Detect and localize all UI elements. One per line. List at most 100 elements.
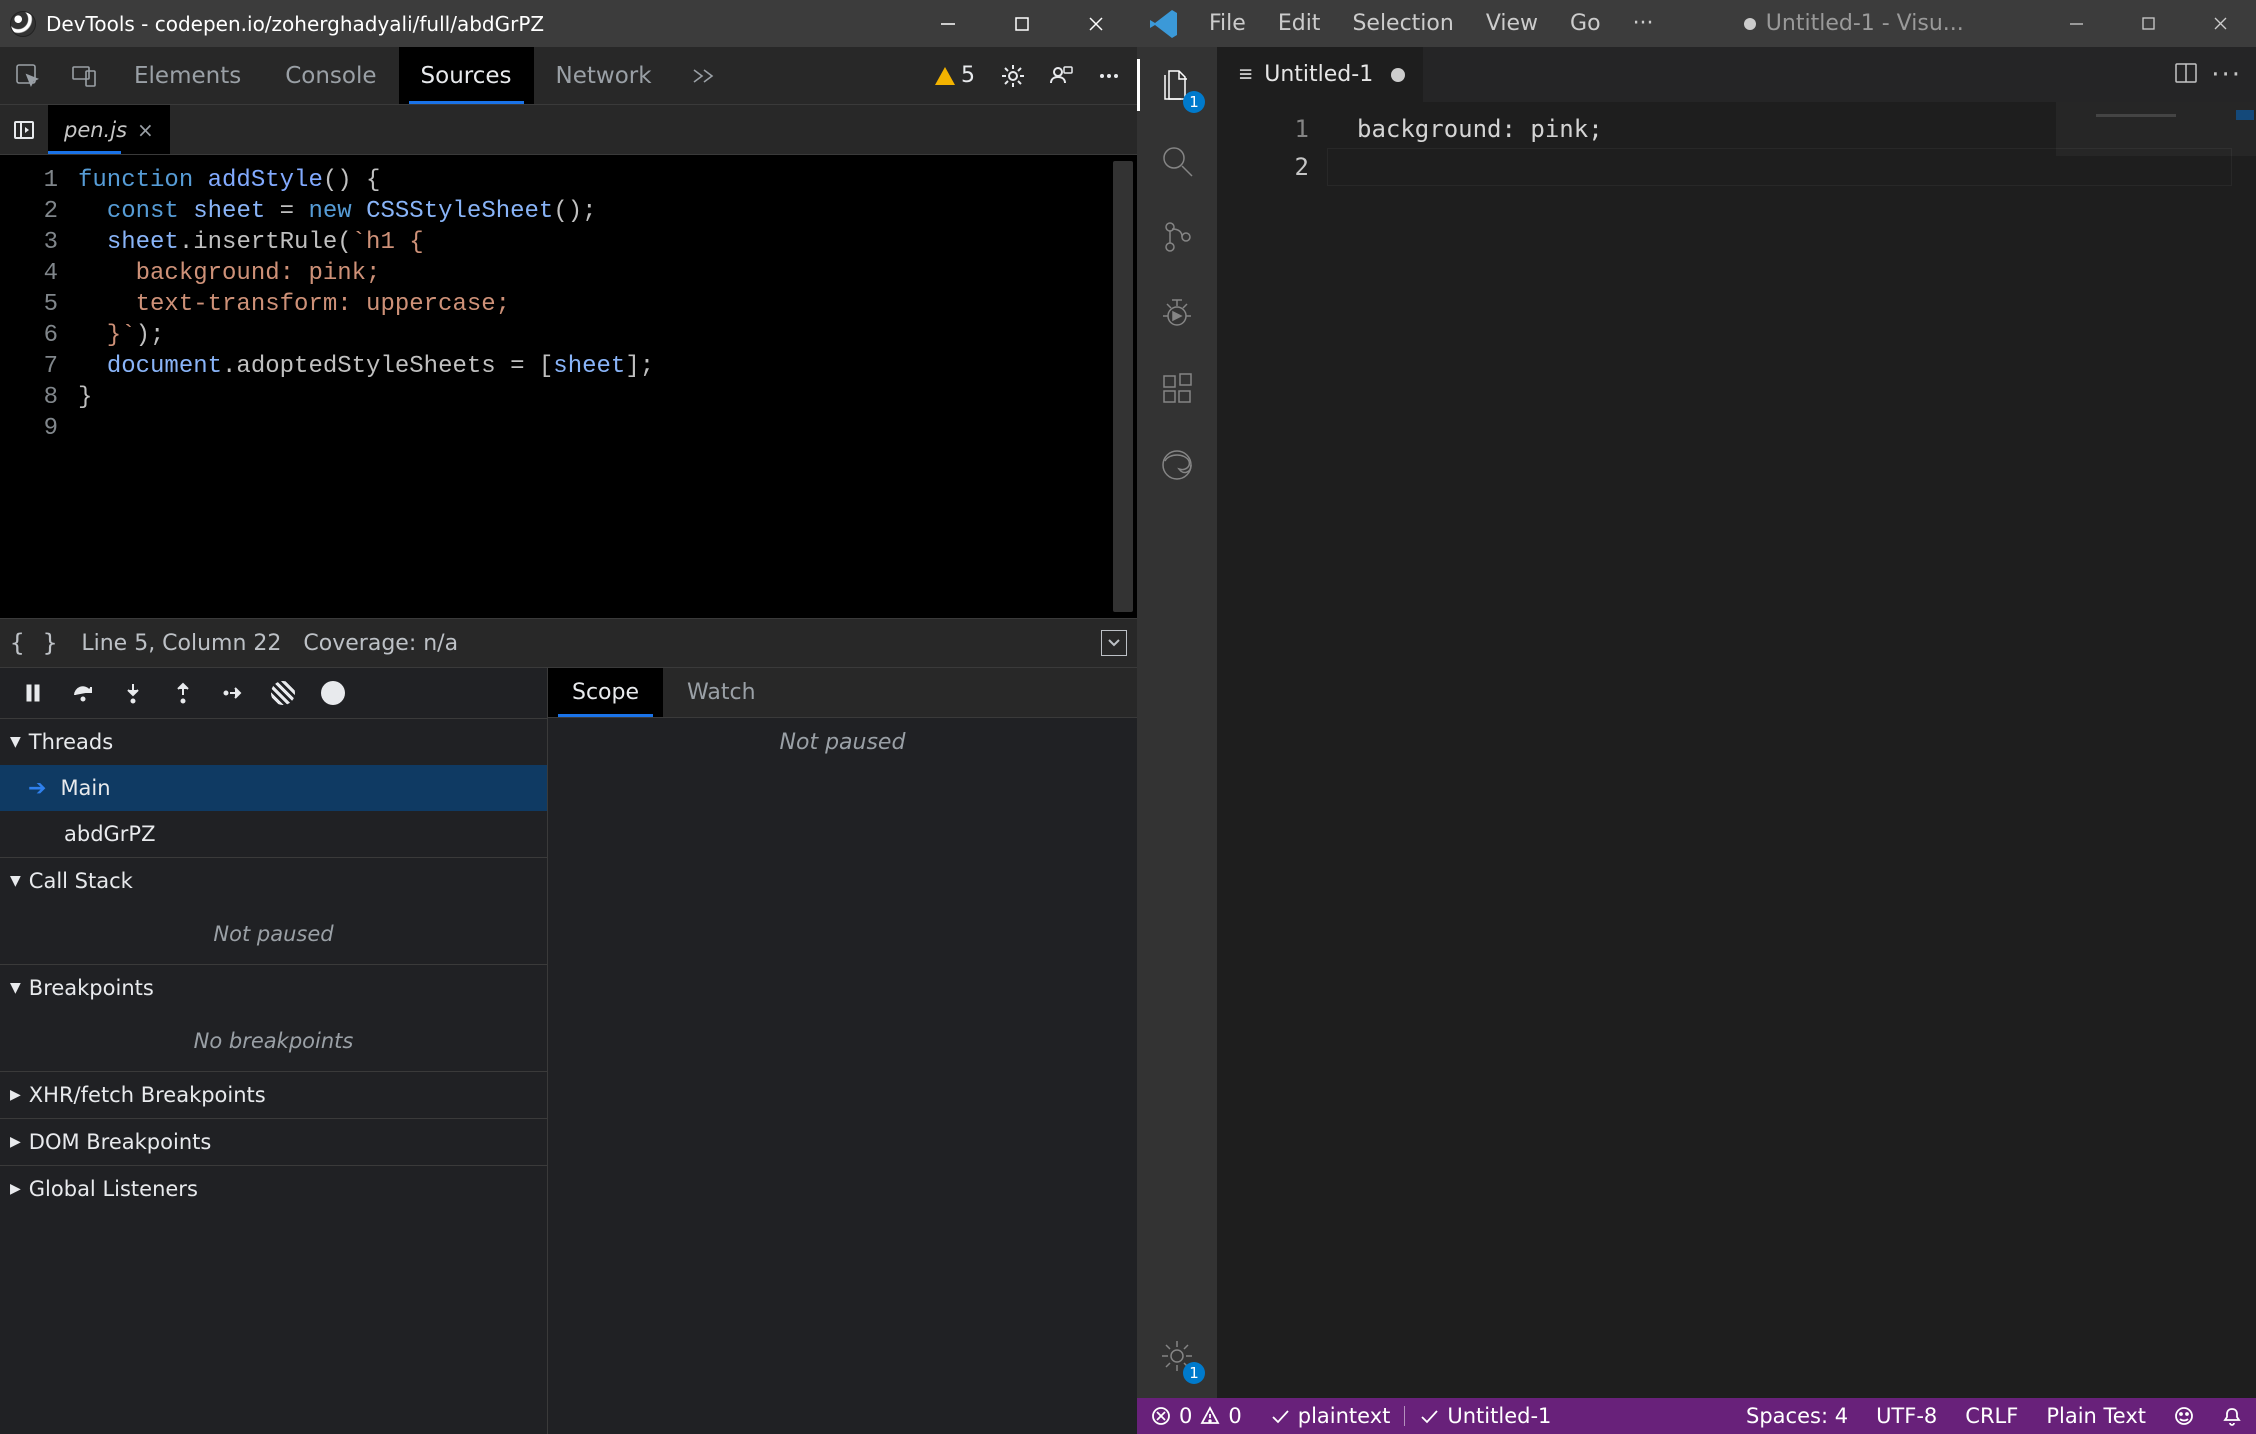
vscode-menubar: File Edit Selection View Go ···	[1195, 5, 1668, 42]
show-console-icon[interactable]	[1101, 630, 1127, 656]
close-button[interactable]	[1059, 0, 1133, 47]
vscode-editor[interactable]: 1 2 background: pink;	[1217, 102, 2256, 1398]
settings-icon[interactable]	[989, 63, 1037, 89]
vscode-editor-tabs: ≡ Untitled-1 ···	[1217, 47, 2256, 102]
close-tab-icon[interactable]: ×	[137, 118, 154, 142]
status-file-check[interactable]: Untitled-1	[1405, 1398, 1565, 1434]
breakpoints-empty: No breakpoints	[0, 1011, 547, 1071]
tab-console[interactable]: Console	[263, 47, 398, 104]
xhr-breakpoints-header[interactable]: ▶XHR/fetch Breakpoints	[0, 1072, 547, 1118]
pause-icon[interactable]	[12, 672, 54, 714]
editor-gutter: 123456789	[0, 155, 70, 618]
source-control-icon[interactable]	[1153, 213, 1201, 261]
status-feedback-icon[interactable]	[2160, 1398, 2208, 1434]
editor-code[interactable]: function addStyle() { const sheet = new …	[70, 155, 1137, 618]
step-out-icon[interactable]	[162, 672, 204, 714]
menu-selection[interactable]: Selection	[1338, 5, 1467, 42]
sources-editor[interactable]: 123456789 function addStyle() { const sh…	[0, 155, 1137, 618]
vscode-window-title: Untitled-1 - Visu...	[1668, 11, 2040, 36]
modified-dot-icon	[1744, 18, 1756, 30]
status-mode[interactable]: Plain Text	[2032, 1398, 2160, 1434]
tab-elements[interactable]: Elements	[112, 47, 263, 104]
manage-icon[interactable]: 1	[1153, 1332, 1201, 1380]
menu-view[interactable]: View	[1472, 5, 1552, 42]
search-icon[interactable]	[1153, 137, 1201, 185]
scope-empty: Not paused	[548, 718, 1137, 755]
devtools-titlebar[interactable]: DevTools - codepen.io/zoherghadyali/full…	[0, 0, 1137, 47]
inspect-element-icon[interactable]	[0, 47, 56, 104]
breakpoints-header[interactable]: ▼Breakpoints	[0, 965, 547, 1011]
vs-minimize-button[interactable]	[2040, 0, 2112, 47]
kebab-menu-icon[interactable]	[1085, 63, 1133, 89]
coverage-status: Coverage: n/a	[303, 631, 458, 656]
thread-secondary[interactable]: abdGrPZ	[0, 811, 547, 857]
device-toolbar-icon[interactable]	[56, 47, 112, 104]
threads-header[interactable]: ▼Threads	[0, 719, 547, 765]
activity-bar: 1 1	[1137, 47, 1217, 1398]
editor-actions-more-icon[interactable]: ···	[2211, 60, 2242, 90]
explorer-icon[interactable]: 1	[1153, 61, 1201, 109]
editor-tab-label: Untitled-1	[1264, 62, 1373, 87]
split-editor-icon[interactable]	[2173, 60, 2199, 90]
feedback-icon[interactable]	[1037, 63, 1085, 89]
callstack-empty: Not paused	[0, 904, 547, 964]
extensions-icon[interactable]	[1153, 365, 1201, 413]
minimap[interactable]	[2056, 102, 2256, 1398]
status-spaces[interactable]: Spaces: 4	[1732, 1398, 1862, 1434]
check-icon	[1270, 1406, 1290, 1426]
vscode-statusbar: 0 0 plaintext Untitled-1 Spaces: 4 UTF-8…	[1137, 1398, 2256, 1434]
vs-close-button[interactable]	[2184, 0, 2256, 47]
tab-sources[interactable]: Sources	[399, 47, 534, 104]
warning-icon	[1200, 1406, 1220, 1426]
minimize-button[interactable]	[911, 0, 985, 47]
tab-scope[interactable]: Scope	[548, 668, 663, 717]
tab-network[interactable]: Network	[534, 47, 674, 104]
deactivate-breakpoints-icon[interactable]	[262, 672, 304, 714]
manage-badge: 1	[1183, 1362, 1205, 1384]
vscode-window: File Edit Selection View Go ··· Untitled…	[1137, 0, 2256, 1434]
show-navigator-icon[interactable]	[0, 105, 48, 154]
callstack-header[interactable]: ▼Call Stack	[0, 858, 547, 904]
debugger-pane: ▼Threads ➔Main abdGrPZ ▼Call Stack Not p…	[0, 668, 1137, 1434]
menu-more[interactable]: ···	[1619, 5, 1668, 42]
status-language-check[interactable]: plaintext	[1256, 1398, 1405, 1434]
vs-maximize-button[interactable]	[2112, 0, 2184, 47]
file-tab-label: pen.js	[64, 118, 127, 142]
file-tab-penjs[interactable]: pen.js ×	[48, 105, 170, 154]
step-icon[interactable]	[212, 672, 254, 714]
global-listeners-header[interactable]: ▶Global Listeners	[0, 1166, 547, 1212]
vscode-logo-icon	[1147, 7, 1181, 41]
status-problems[interactable]: 0 0	[1137, 1398, 1256, 1434]
menu-go[interactable]: Go	[1556, 5, 1615, 42]
check-icon	[1419, 1406, 1439, 1426]
devtools-title: DevTools - codepen.io/zoherghadyali/full…	[46, 12, 911, 36]
status-notifications-icon[interactable]	[2208, 1398, 2256, 1434]
warnings-indicator[interactable]: 5	[921, 63, 989, 88]
menu-file[interactable]: File	[1195, 5, 1260, 42]
cursor-position: Line 5, Column 22	[81, 631, 281, 656]
devtools-window: DevTools - codepen.io/zoherghadyali/full…	[0, 0, 1137, 1434]
editor-scrollbar[interactable]	[2234, 102, 2256, 1398]
pretty-print-icon[interactable]: { }	[10, 629, 59, 657]
vscode-titlebar[interactable]: File Edit Selection View Go ··· Untitled…	[1137, 0, 2256, 47]
editor-tab-untitled[interactable]: ≡ Untitled-1	[1217, 47, 1424, 102]
explorer-badge: 1	[1183, 91, 1205, 113]
vscode-gutter: 1 2	[1267, 102, 1327, 1398]
step-over-icon[interactable]	[62, 672, 104, 714]
run-debug-icon[interactable]	[1153, 289, 1201, 337]
more-tabs-icon[interactable]	[674, 47, 730, 104]
dom-breakpoints-header[interactable]: ▶DOM Breakpoints	[0, 1119, 547, 1165]
debugger-controls	[0, 668, 547, 718]
tab-modified-dot-icon	[1391, 68, 1405, 82]
status-eol[interactable]: CRLF	[1951, 1398, 2032, 1434]
menu-edit[interactable]: Edit	[1264, 5, 1335, 42]
pause-exceptions-icon[interactable]	[312, 672, 354, 714]
maximize-button[interactable]	[985, 0, 1059, 47]
step-into-icon[interactable]	[112, 672, 154, 714]
devtools-toolbar: Elements Console Sources Network 5	[0, 47, 1137, 105]
edge-tools-icon[interactable]	[1153, 441, 1201, 489]
status-encoding[interactable]: UTF-8	[1862, 1398, 1951, 1434]
thread-main[interactable]: ➔Main	[0, 765, 547, 811]
tab-watch[interactable]: Watch	[663, 668, 780, 717]
sources-file-tabs: pen.js ×	[0, 105, 1137, 155]
